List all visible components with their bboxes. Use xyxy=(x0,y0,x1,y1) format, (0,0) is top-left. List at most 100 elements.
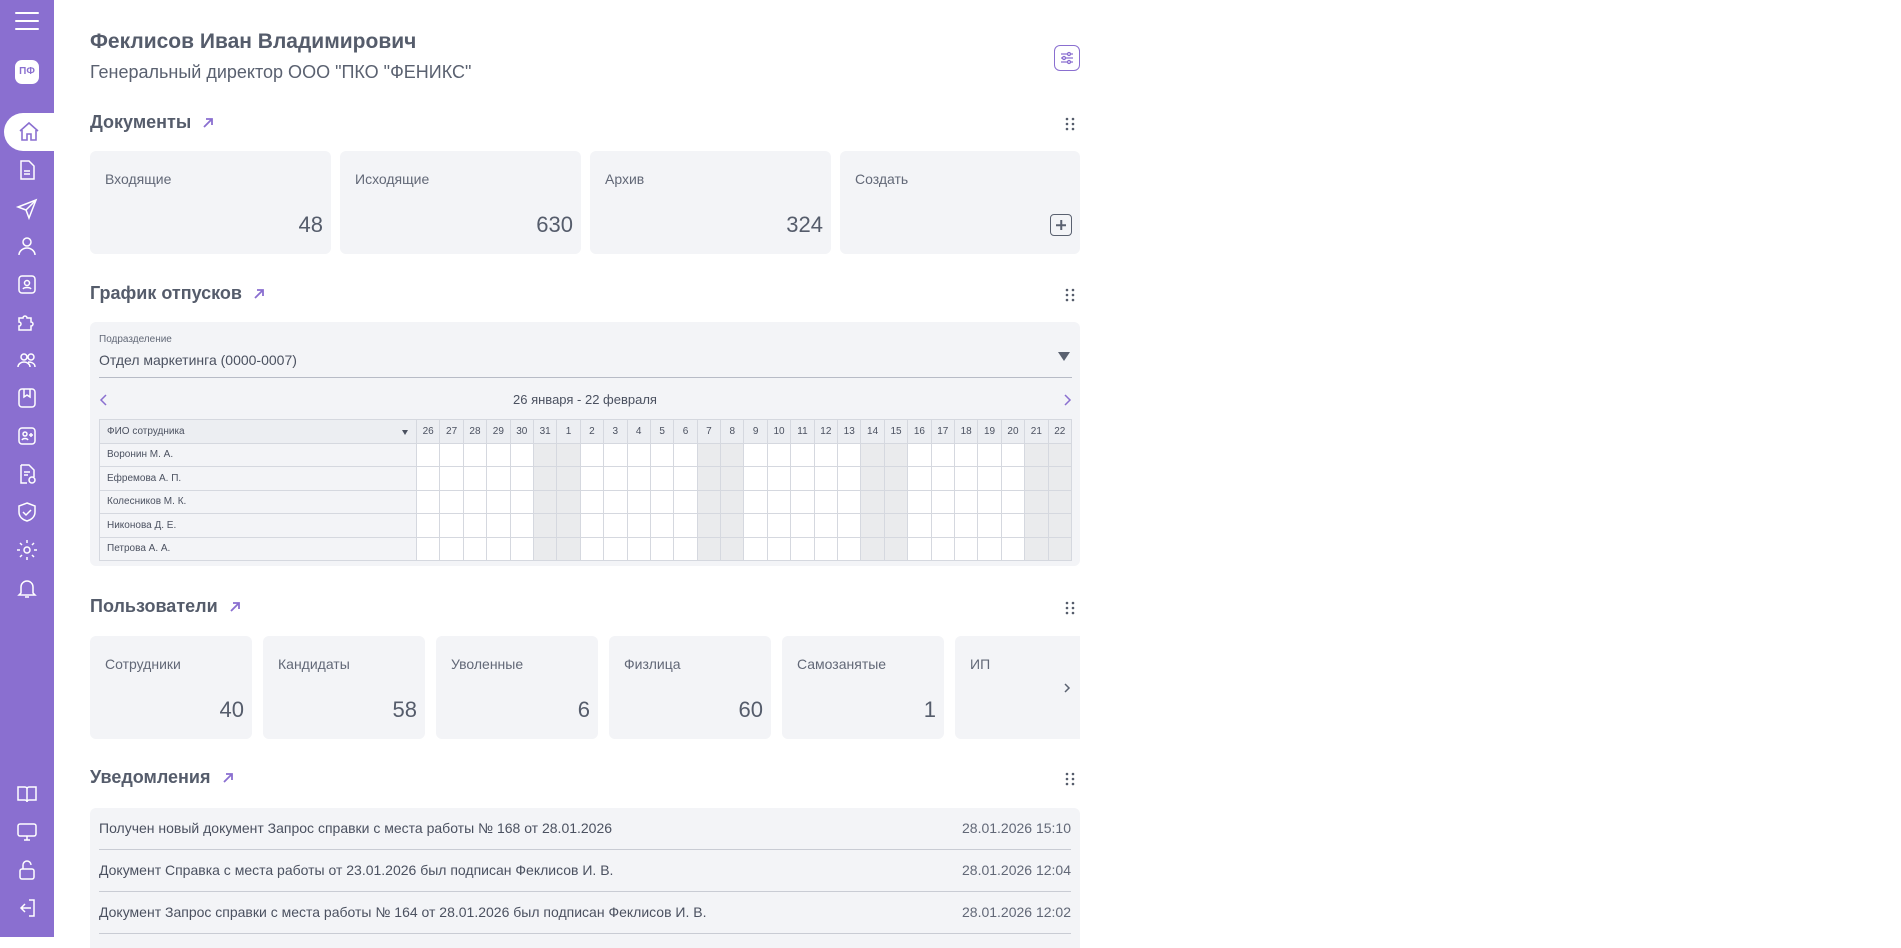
day-cell[interactable] xyxy=(1000,489,1026,514)
day-cell[interactable] xyxy=(813,466,839,491)
day-cell[interactable] xyxy=(673,442,698,467)
day-cell[interactable] xyxy=(532,442,558,467)
day-cell[interactable] xyxy=(953,489,979,514)
employee-name[interactable]: Никонова Д. Е. xyxy=(99,513,417,538)
day-cell[interactable] xyxy=(673,536,698,561)
notifications-title-text[interactable]: Уведомления xyxy=(90,767,211,788)
day-cell[interactable] xyxy=(1024,466,1049,491)
day-cell[interactable] xyxy=(953,513,979,538)
day-cell[interactable] xyxy=(1047,536,1073,561)
user-card-entrepreneurs[interactable]: ИП xyxy=(955,636,1080,739)
day-cell[interactable] xyxy=(462,536,488,561)
day-cell[interactable] xyxy=(673,489,698,514)
employee-name[interactable]: Колесников М. К. xyxy=(99,489,417,514)
day-cell[interactable] xyxy=(743,489,768,514)
day-cell[interactable] xyxy=(509,536,534,561)
day-cell[interactable] xyxy=(720,466,745,491)
day-cell[interactable] xyxy=(907,442,932,467)
day-cell[interactable] xyxy=(743,513,768,538)
day-cell[interactable] xyxy=(883,513,909,538)
day-cell[interactable] xyxy=(486,466,511,491)
day-cell[interactable] xyxy=(930,489,955,514)
day-cell[interactable] xyxy=(696,442,722,467)
day-cell[interactable] xyxy=(743,442,768,467)
day-cell[interactable] xyxy=(1047,466,1073,491)
day-cell[interactable] xyxy=(439,489,464,514)
user-card-candidates[interactable]: Кандидаты 58 xyxy=(263,636,425,739)
sidebar-item-integrations[interactable] xyxy=(0,303,54,341)
day-cell[interactable] xyxy=(486,536,511,561)
employee-name[interactable]: Петрова А. А. xyxy=(99,536,417,561)
day-cell[interactable] xyxy=(649,513,675,538)
day-cell[interactable] xyxy=(953,466,979,491)
open-arrow-icon[interactable] xyxy=(252,287,266,301)
sidebar-item-lock[interactable] xyxy=(0,851,54,889)
day-cell[interactable] xyxy=(930,513,955,538)
day-cell[interactable] xyxy=(790,489,815,514)
day-cell[interactable] xyxy=(743,536,768,561)
day-cell[interactable] xyxy=(603,466,628,491)
day-cell[interactable] xyxy=(603,513,628,538)
user-card-individuals[interactable]: Физлица 60 xyxy=(609,636,771,739)
day-cell[interactable] xyxy=(930,466,955,491)
day-cell[interactable] xyxy=(837,442,862,467)
day-cell[interactable] xyxy=(1000,466,1026,491)
notification-item[interactable]: Документ Запрос справки с места работы №… xyxy=(99,892,1071,934)
day-cell[interactable] xyxy=(813,442,839,467)
day-cell[interactable] xyxy=(439,513,464,538)
day-cell[interactable] xyxy=(462,442,488,467)
menu-burger-icon[interactable] xyxy=(15,12,39,30)
day-cell[interactable] xyxy=(415,466,441,491)
users-title[interactable]: Пользователи xyxy=(90,596,242,617)
day-cell[interactable] xyxy=(649,466,675,491)
day-cell[interactable] xyxy=(532,513,558,538)
day-cell[interactable] xyxy=(860,466,885,491)
plus-icon[interactable] xyxy=(1050,214,1072,236)
day-cell[interactable] xyxy=(626,536,651,561)
sidebar-item-help[interactable] xyxy=(0,775,54,813)
day-cell[interactable] xyxy=(907,513,932,538)
sidebar-item-profile[interactable] xyxy=(0,227,54,265)
day-cell[interactable] xyxy=(766,536,792,561)
day-cell[interactable] xyxy=(439,466,464,491)
day-cell[interactable] xyxy=(837,466,862,491)
day-cell[interactable] xyxy=(720,536,745,561)
sidebar-item-users[interactable] xyxy=(0,341,54,379)
day-cell[interactable] xyxy=(696,513,722,538)
day-cell[interactable] xyxy=(977,442,1002,467)
vacations-title[interactable]: График отпусков xyxy=(90,283,266,304)
day-cell[interactable] xyxy=(977,536,1002,561)
day-cell[interactable] xyxy=(509,489,534,514)
notifications-title[interactable]: Уведомления xyxy=(90,767,235,788)
day-cell[interactable] xyxy=(977,513,1002,538)
day-cell[interactable] xyxy=(883,442,909,467)
open-arrow-icon[interactable] xyxy=(228,600,242,614)
day-cell[interactable] xyxy=(1000,513,1026,538)
day-cell[interactable] xyxy=(532,489,558,514)
day-cell[interactable] xyxy=(766,489,792,514)
vacations-title-text[interactable]: График отпусков xyxy=(90,283,242,304)
day-cell[interactable] xyxy=(813,536,839,561)
day-cell[interactable] xyxy=(1024,442,1049,467)
day-cell[interactable] xyxy=(579,442,605,467)
user-card-employees[interactable]: Сотрудники 40 xyxy=(90,636,252,739)
day-cell[interactable] xyxy=(415,536,441,561)
employee-name[interactable]: Воронин М. А. xyxy=(99,442,417,467)
day-cell[interactable] xyxy=(907,489,932,514)
day-cell[interactable] xyxy=(626,489,651,514)
day-cell[interactable] xyxy=(953,536,979,561)
sidebar-item-send[interactable] xyxy=(0,189,54,227)
day-cell[interactable] xyxy=(720,489,745,514)
day-cell[interactable] xyxy=(556,489,581,514)
day-cell[interactable] xyxy=(907,466,932,491)
employee-name[interactable]: Ефремова А. П. xyxy=(99,466,417,491)
sidebar-item-documents[interactable] xyxy=(0,151,54,189)
day-cell[interactable] xyxy=(696,489,722,514)
day-cell[interactable] xyxy=(696,466,722,491)
doc-card-incoming[interactable]: Входящие 48 xyxy=(90,151,331,254)
day-cell[interactable] xyxy=(813,489,839,514)
doc-card-archive[interactable]: Архив 324 xyxy=(590,151,831,254)
day-cell[interactable] xyxy=(766,513,792,538)
day-cell[interactable] xyxy=(907,536,932,561)
day-cell[interactable] xyxy=(860,513,885,538)
